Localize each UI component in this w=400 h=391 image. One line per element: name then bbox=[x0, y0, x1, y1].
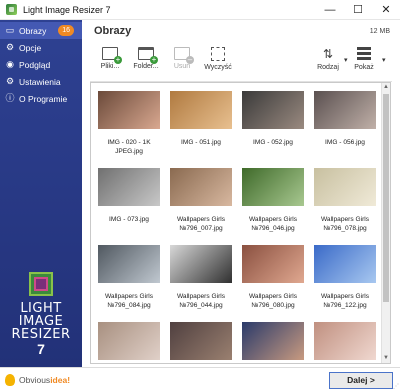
close-button[interactable]: ✕ bbox=[372, 0, 400, 20]
sidebar-item-label: Obrazy bbox=[19, 25, 47, 36]
thumbnail-item[interactable]: Wallpapers Girls №796_007.jpg bbox=[170, 168, 232, 245]
main-panel: Obrazy 12 MB Pliki... Folder... Usuń Wyc… bbox=[82, 20, 400, 367]
thumbnail-item[interactable]: Wallpapers Girls №796_122.jpg bbox=[314, 245, 376, 322]
thumbnail-image[interactable] bbox=[170, 168, 232, 206]
thumbnail-item[interactable]: Wallpapers Girls №796_046.jpg bbox=[242, 168, 304, 245]
obviousidea-logo[interactable]: Obvious idea! bbox=[5, 373, 70, 386]
thumbnail-caption: Wallpapers Girls №796_007.jpg bbox=[176, 216, 226, 232]
thumbnail-image[interactable] bbox=[98, 91, 160, 129]
next-button[interactable]: Dalej > bbox=[329, 372, 393, 389]
thumbnail-caption: Wallpapers Girls №796_084.jpg bbox=[104, 293, 154, 309]
thumbnail-item[interactable]: IMG - 056.jpg bbox=[314, 91, 376, 168]
product-brand: LIGHT IMAGE RESIZER 7 bbox=[0, 272, 82, 357]
sort-button[interactable]: ⇅ Rodzaj bbox=[310, 47, 346, 71]
maximize-button[interactable]: ☐ bbox=[344, 0, 372, 20]
thumbnail-item[interactable]: Wallpapers Girls №796_084.jpg bbox=[98, 245, 160, 322]
sidebar-item-opcje[interactable]: ⚙ Opcje bbox=[0, 39, 82, 56]
thumbnail-image[interactable] bbox=[314, 168, 376, 206]
thumbnail-caption: Wallpapers Girls №796_122.jpg bbox=[320, 293, 370, 309]
thumbnail-item[interactable]: Wallpapers Girls №796_078.jpg bbox=[314, 168, 376, 245]
thumbnail-caption: IMG - 052.jpg bbox=[253, 139, 293, 146]
info-icon: ⓘ bbox=[5, 93, 15, 103]
page-title: Obrazy bbox=[94, 25, 132, 37]
thumbnail-image[interactable] bbox=[98, 322, 160, 360]
app-logo-icon bbox=[6, 4, 17, 15]
sidebar-item-ustawienia[interactable]: ⚙ Ustawienia bbox=[0, 73, 82, 90]
thumbnail-image[interactable] bbox=[170, 322, 232, 360]
thumbnail-list[interactable]: IMG - 020 - 1K JPEG.jpg IMG - 051.jpg IMG … bbox=[90, 82, 391, 364]
thumbnail-caption: IMG - 073.jpg bbox=[109, 216, 149, 223]
thumbnail-item[interactable]: Wallpapers Girls №796_044.jpg bbox=[170, 245, 232, 322]
lightbulb-icon bbox=[5, 373, 15, 386]
clear-button[interactable]: Wyczyść bbox=[200, 47, 236, 71]
thumbnail-item[interactable] bbox=[242, 322, 304, 363]
thumbnail-caption: Wallpapers Girls №796_078.jpg bbox=[320, 216, 370, 232]
brand-version: 7 bbox=[37, 341, 45, 357]
vertical-scrollbar[interactable]: ▲ ▼ bbox=[381, 83, 390, 363]
main-header: Obrazy 12 MB bbox=[82, 20, 400, 42]
sidebar-item-label: O Programie bbox=[19, 93, 68, 104]
thumbnail-caption: Wallpapers Girls №796_044.jpg bbox=[176, 293, 226, 309]
thumbnail-caption: IMG - 056.jpg bbox=[325, 139, 365, 146]
view-list-icon bbox=[357, 47, 371, 61]
sidebar-item-label: Podgląd bbox=[19, 59, 51, 70]
thumbnail-image[interactable] bbox=[242, 91, 304, 129]
thumbnail-image[interactable] bbox=[98, 168, 160, 206]
remove-image-icon bbox=[174, 47, 194, 64]
thumbnail-item[interactable]: IMG - 052.jpg bbox=[242, 91, 304, 168]
thumbnail-image[interactable] bbox=[170, 245, 232, 283]
sidebar-item-label: Opcje bbox=[19, 42, 42, 53]
preview-eye-icon: ◉ bbox=[6, 59, 14, 69]
title-bar: Light Image Resizer 7 — ☐ ✕ bbox=[0, 0, 400, 20]
thumbnail-image[interactable] bbox=[170, 91, 232, 129]
thumbnail-item[interactable] bbox=[314, 322, 376, 363]
thumbnail-caption: Wallpapers Girls №796_046.jpg bbox=[248, 216, 298, 232]
thumbnail-item[interactable] bbox=[98, 322, 160, 363]
sidebar: ▭ Obrazy 16 ⚙ Opcje ◉ Podgląd ⚙ Ustawien… bbox=[0, 20, 82, 367]
product-logo-icon bbox=[29, 272, 53, 296]
thumbnail-image[interactable] bbox=[314, 322, 376, 360]
image-count-badge: 16 bbox=[58, 25, 74, 36]
total-size: 12 MB bbox=[369, 27, 390, 35]
scroll-down-arrow-icon[interactable]: ▼ bbox=[382, 354, 390, 363]
view-dropdown-caret[interactable]: ▾ bbox=[382, 56, 386, 64]
thumbnail-item[interactable]: Wallpapers Girls №796_080.jpg bbox=[242, 245, 304, 322]
thumbnail-caption: Wallpapers Girls №796_080.jpg bbox=[248, 293, 298, 309]
sidebar-item-o-programie[interactable]: ⓘ O Programie bbox=[0, 90, 82, 107]
thumbnail-item[interactable]: IMG - 051.jpg bbox=[170, 91, 232, 168]
minimize-button[interactable]: — bbox=[316, 0, 344, 20]
view-button[interactable]: Pokaż bbox=[346, 47, 382, 71]
settings-icon: ⚙ bbox=[5, 76, 15, 86]
sidebar-item-podglad[interactable]: ◉ Podgląd bbox=[0, 56, 82, 73]
brand-line-3: RESIZER bbox=[11, 327, 71, 342]
thumbnail-image[interactable] bbox=[242, 168, 304, 206]
thumbnail-caption: IMG - 051.jpg bbox=[181, 139, 221, 146]
scroll-up-arrow-icon[interactable]: ▲ bbox=[382, 83, 390, 92]
thumbnail-item[interactable]: IMG - 020 - 1K JPEG.jpg bbox=[98, 91, 160, 168]
thumbnail-image[interactable] bbox=[98, 245, 160, 283]
window-title: Light Image Resizer 7 bbox=[23, 4, 111, 15]
clear-selection-icon bbox=[211, 47, 225, 61]
add-files-button[interactable]: Pliki... bbox=[92, 47, 128, 70]
thumbnail-image[interactable] bbox=[314, 91, 376, 129]
add-folder-icon bbox=[138, 47, 158, 64]
add-file-icon bbox=[102, 47, 122, 64]
thumbnail-image[interactable] bbox=[242, 245, 304, 283]
remove-button[interactable]: Usuń bbox=[164, 47, 200, 70]
sidebar-item-label: Ustawienia bbox=[19, 76, 61, 87]
toolbar: Pliki... Folder... Usuń Wyczyść ⇅ Rodzaj… bbox=[90, 42, 392, 82]
resize-grip-icon[interactable]: ⋰ bbox=[393, 383, 399, 390]
thumbnail-image[interactable] bbox=[314, 245, 376, 283]
images-icon: ▭ bbox=[5, 25, 15, 35]
options-icon: ⚙ bbox=[5, 42, 15, 52]
thumbnail-item[interactable] bbox=[170, 322, 232, 363]
footer: Obvious idea! Dalej > ⋰ bbox=[0, 367, 400, 391]
add-folder-button[interactable]: Folder... bbox=[128, 47, 164, 70]
thumbnail-image[interactable] bbox=[242, 322, 304, 360]
scrollbar-thumb[interactable] bbox=[383, 94, 389, 302]
sort-icon: ⇅ bbox=[322, 47, 334, 61]
thumbnail-item[interactable]: IMG - 073.jpg bbox=[98, 168, 160, 245]
sidebar-item-obrazy[interactable]: ▭ Obrazy 16 bbox=[0, 22, 82, 39]
thumbnail-caption: IMG - 020 - 1K JPEG.jpg bbox=[107, 139, 151, 155]
